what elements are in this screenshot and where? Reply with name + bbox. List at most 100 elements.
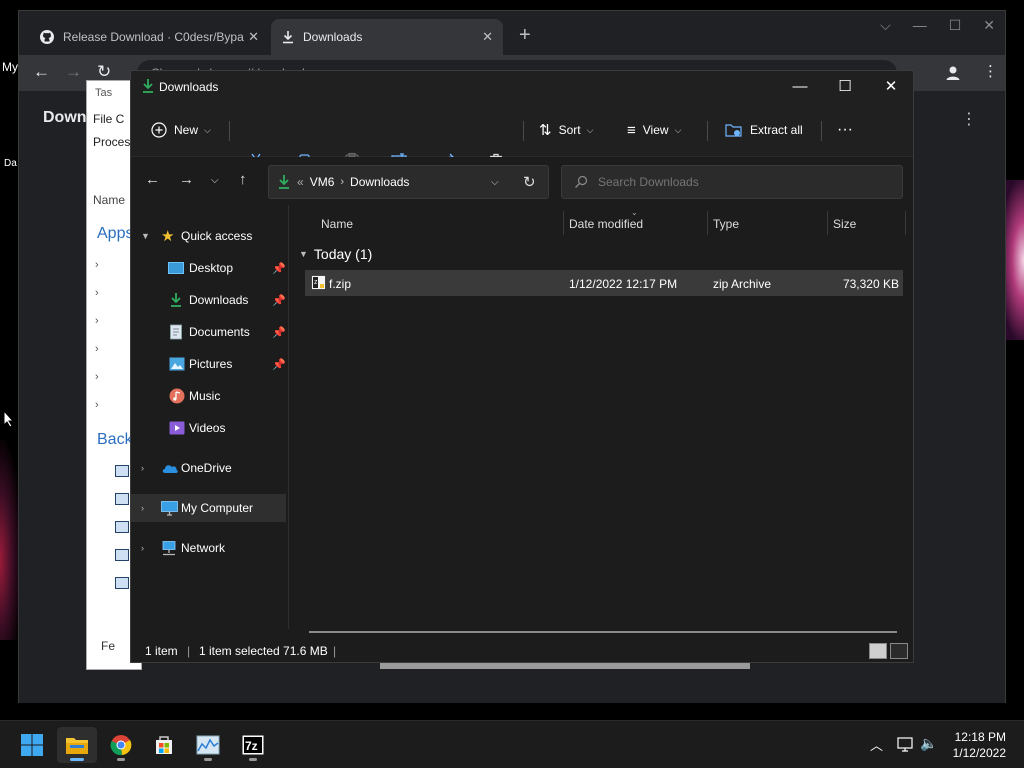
minimize-icon[interactable]: —: [913, 17, 927, 34]
menu-dots-icon[interactable]: ⋮: [983, 62, 998, 80]
new-tab-button[interactable]: +: [519, 25, 531, 45]
nav-label: Pictures: [189, 357, 233, 371]
column-header-date[interactable]: Date modified: [569, 217, 643, 231]
zip-file-icon: z: [311, 275, 326, 290]
collapsed-chevron-icon[interactable]: ›: [141, 543, 144, 553]
expand-chevron-icon[interactable]: ›: [95, 343, 99, 355]
file-name[interactable]: f.zip: [329, 277, 351, 291]
column-header-size[interactable]: Size: [833, 217, 856, 231]
expand-chevron-icon[interactable]: ›: [95, 287, 99, 299]
maximize-icon[interactable]: ☐: [949, 17, 962, 34]
process-icon: [115, 465, 129, 477]
nav-item-onedrive[interactable]: › OneDrive: [131, 454, 286, 482]
column-divider[interactable]: [827, 211, 828, 235]
nav-item-network[interactable]: › Network: [131, 534, 286, 562]
chrome-tab-downloads[interactable]: Downloads ✕: [271, 19, 503, 55]
file-explorer-window: Downloads — ☐ ✕ New ⌵ ⇅ Sort ⌵ ≡ View ⌵ …: [130, 70, 914, 663]
download-icon: [279, 175, 289, 189]
nav-item-desktop[interactable]: Desktop 📌: [131, 254, 286, 282]
file-date: 1/12/2022 12:17 PM: [569, 277, 678, 291]
expanded-chevron-icon[interactable]: ▼: [141, 231, 150, 241]
start-button[interactable]: [12, 727, 52, 763]
breadcrumb-overflow[interactable]: «: [297, 175, 304, 189]
chevron-down-icon[interactable]: ⌵: [880, 17, 891, 34]
maximize-button[interactable]: ☐: [823, 76, 867, 98]
column-header-type[interactable]: Type: [713, 217, 739, 231]
search-box[interactable]: [561, 165, 903, 199]
minimize-button[interactable]: —: [778, 76, 822, 98]
search-input[interactable]: [598, 175, 878, 189]
expand-chevron-icon[interactable]: ›: [95, 399, 99, 411]
breadcrumb-item[interactable]: VM6: [310, 175, 335, 189]
nav-item-quick-access[interactable]: ▼ ★ Quick access: [131, 222, 286, 250]
group-header-today[interactable]: ▼ Today (1): [299, 246, 372, 262]
chrome-tab-release[interactable]: Release Download · C0desr/Bypa ✕: [29, 19, 269, 55]
back-arrow-icon[interactable]: ←: [33, 62, 50, 82]
horizontal-scrollbar[interactable]: [380, 663, 750, 669]
column-divider[interactable]: [707, 211, 708, 235]
column-divider[interactable]: [563, 211, 564, 235]
chevron-down-icon[interactable]: ▼: [299, 249, 308, 259]
table-row[interactable]: z f.zip 1/12/2022 12:17 PM zip Archive 7…: [305, 270, 903, 296]
expand-chevron-icon[interactable]: ›: [95, 371, 99, 383]
group-label: Today (1): [313, 246, 373, 262]
expand-chevron-icon[interactable]: ›: [95, 259, 99, 271]
column-divider[interactable]: [905, 211, 906, 235]
address-bar[interactable]: « VM6 › Downloads ⌵ ↻: [268, 165, 549, 199]
sort-button[interactable]: ⇅ Sort ⌵: [539, 119, 593, 141]
collapsed-chevron-icon[interactable]: ›: [141, 463, 144, 473]
recent-locations-chevron-icon[interactable]: ⌵: [211, 175, 219, 186]
nav-item-my-computer[interactable]: › My Computer: [131, 494, 286, 522]
7zip-icon: 7z: [242, 735, 264, 755]
refresh-icon[interactable]: ↻: [523, 173, 536, 191]
nav-item-pictures[interactable]: Pictures 📌: [131, 350, 286, 378]
close-icon[interactable]: ✕: [248, 29, 259, 45]
new-button[interactable]: New ⌵: [151, 119, 211, 141]
more-options-icon[interactable]: ···: [837, 119, 853, 141]
nav-label: Network: [181, 541, 226, 555]
network-status-icon[interactable]: [897, 737, 915, 753]
status-bar: 1 item | 1 item selected 71.6 MB |: [131, 639, 913, 663]
running-indicator: [117, 758, 125, 761]
close-icon[interactable]: ✕: [983, 17, 995, 34]
menu-bar[interactable]: File C: [93, 112, 124, 126]
expand-chevron-icon[interactable]: ›: [95, 315, 99, 327]
show-hidden-icons-chevron-icon[interactable]: ︿: [870, 735, 883, 754]
collapsed-chevron-icon[interactable]: ›: [141, 503, 144, 513]
taskbar-store[interactable]: [144, 727, 184, 763]
taskbar-task-manager[interactable]: [188, 727, 228, 763]
column-header-name[interactable]: Name: [93, 193, 125, 207]
nav-item-documents[interactable]: Documents 📌: [131, 318, 286, 346]
large-icons-view-button[interactable]: [890, 643, 908, 659]
close-icon[interactable]: ✕: [482, 29, 493, 45]
view-button[interactable]: ≡ View ⌵: [627, 119, 681, 141]
more-options-icon[interactable]: ⋮: [961, 109, 977, 129]
reload-icon[interactable]: ↻: [97, 62, 111, 82]
chevron-down-icon[interactable]: ⌵: [491, 177, 499, 188]
taskbar-file-explorer[interactable]: [57, 727, 97, 763]
download-icon: [283, 31, 293, 44]
close-button[interactable]: ✕: [869, 76, 913, 98]
forward-arrow-icon[interactable]: →: [179, 171, 194, 188]
fewer-details-link[interactable]: Fe: [101, 639, 115, 653]
horizontal-scrollbar[interactable]: [309, 631, 897, 633]
details-view-button[interactable]: [869, 643, 887, 659]
nav-item-videos[interactable]: Videos: [131, 414, 286, 442]
forward-arrow-icon[interactable]: →: [65, 62, 82, 82]
tab-processes[interactable]: Proces: [93, 135, 130, 149]
taskbar-chrome[interactable]: [101, 727, 141, 763]
nav-item-music[interactable]: Music: [131, 382, 286, 410]
divider: [707, 121, 708, 141]
system-clock[interactable]: 12:18 PM 1/12/2022: [953, 729, 1006, 761]
volume-icon[interactable]: 🔈: [920, 735, 937, 752]
windows-start-icon: [21, 734, 43, 756]
back-arrow-icon[interactable]: ←: [145, 171, 160, 188]
extract-all-button[interactable]: Extract all: [725, 119, 803, 141]
up-arrow-icon[interactable]: ↑: [239, 171, 247, 188]
nav-item-downloads[interactable]: Downloads 📌: [131, 286, 286, 314]
column-header-name[interactable]: Name: [321, 217, 353, 231]
extract-all-label: Extract all: [750, 123, 803, 137]
breadcrumb-item[interactable]: Downloads: [350, 175, 409, 189]
profile-icon[interactable]: [944, 64, 962, 82]
taskbar-7zip[interactable]: 7z: [233, 727, 273, 763]
